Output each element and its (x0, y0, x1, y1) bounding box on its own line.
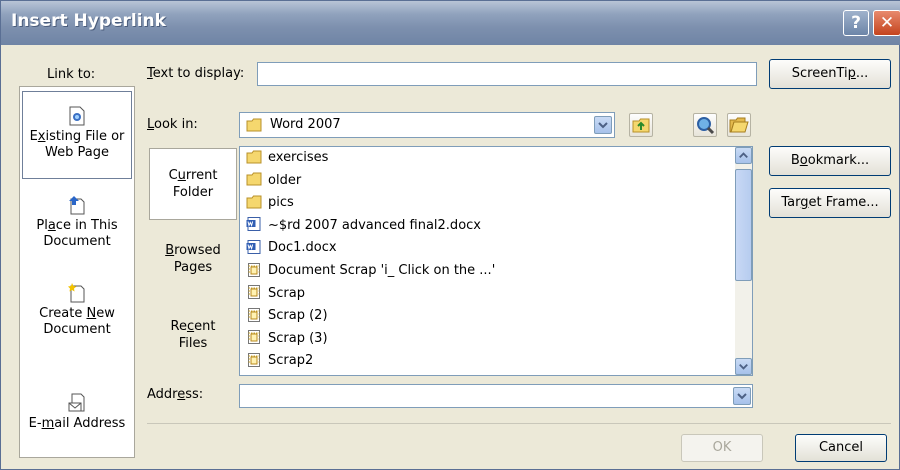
text-to-display-input[interactable] (257, 62, 757, 86)
close-button[interactable]: ✕ (873, 10, 900, 36)
link-to-label: Link to: (47, 67, 96, 82)
link-place-in-document[interactable]: Place in This Document (20, 195, 134, 250)
ok-button[interactable]: OK (681, 434, 763, 462)
scroll-up-button[interactable] (735, 147, 752, 164)
chevron-down-icon (739, 363, 748, 370)
folder-icon (246, 150, 262, 163)
web-search-icon (697, 117, 715, 135)
folder-icon (246, 172, 262, 186)
file-name: Scrap (3) (268, 330, 328, 346)
file-list-item[interactable]: Document Scrap 'i_ Click on the ...' (246, 261, 495, 281)
text-to-display-label: Text to display: (147, 66, 245, 81)
link-create-new-document-label: Create New Document (39, 306, 115, 337)
link-existing-file[interactable]: Existing File or Web Page (22, 91, 132, 179)
address-dropdown-button[interactable] (733, 387, 751, 405)
dialog-title: Insert Hyperlink (11, 11, 166, 31)
link-to-bar: Existing File or Web Page Place in This … (19, 86, 135, 458)
look-in-combo[interactable]: Word 2007 (239, 112, 615, 138)
file-list-item[interactable]: Scrap (2) (246, 306, 328, 326)
cancel-button[interactable]: Cancel (795, 434, 887, 462)
address-input[interactable] (239, 384, 753, 408)
file-name: Scrap2 (268, 353, 314, 369)
file-name: Scrap (2) (268, 308, 328, 324)
file-list-item[interactable]: exercises (246, 148, 328, 168)
browse-file-button[interactable] (727, 113, 751, 137)
link-email-address[interactable]: E-mail Address (20, 393, 134, 432)
file-list-item[interactable]: older (246, 171, 301, 191)
nav-current-folder[interactable]: Current Folder (149, 148, 237, 220)
insert-hyperlink-dialog: Insert Hyperlink ? ✕ Link to: Existing F… (0, 0, 900, 470)
nav-recent-files[interactable]: Recent Files (147, 318, 239, 352)
browse-web-button[interactable] (693, 113, 717, 137)
look-in-label: Look in: (147, 117, 198, 132)
nav-browsed-pages[interactable]: Browsed Pages (147, 242, 239, 276)
link-existing-file-label: Existing File or Web Page (29, 129, 125, 160)
file-list-scrollbar[interactable] (735, 147, 752, 375)
file-list-item[interactable]: Doc1.docx (246, 238, 337, 258)
target-frame-button[interactable]: Target Frame... (769, 188, 891, 218)
file-list[interactable]: exercises older pics ~$rd 2007 advanced fin… (239, 146, 753, 376)
chevron-down-icon (598, 122, 608, 129)
scrap-icon (248, 285, 260, 300)
scroll-down-button[interactable] (735, 358, 752, 375)
file-list-item[interactable]: Scrap2 (246, 351, 313, 371)
folder-icon (246, 118, 262, 132)
file-name: ~$rd 2007 advanced final2.docx (268, 217, 481, 233)
file-list-item[interactable]: Scrap (3) (246, 329, 328, 349)
browse-nav: Current Folder Browsed Pages Recent File… (147, 146, 239, 376)
scrap-icon (248, 262, 260, 277)
scroll-thumb[interactable] (735, 169, 752, 281)
existing-file-icon (69, 106, 85, 126)
email-address-icon (68, 393, 85, 412)
scrap-icon (248, 352, 260, 367)
scrap-icon (248, 330, 260, 345)
file-list-item[interactable]: pics (246, 193, 294, 213)
open-folder-icon (729, 117, 749, 133)
look-in-value: Word 2007 (270, 117, 341, 132)
up-folder-icon (632, 118, 650, 133)
file-name: Doc1.docx (268, 240, 337, 256)
help-button[interactable]: ? (843, 10, 869, 36)
file-list-item[interactable]: ~$rd 2007 advanced final2.docx (246, 216, 481, 236)
title-bar[interactable]: Insert Hyperlink ? ✕ (1, 1, 900, 45)
file-name: Document Scrap 'i_ Click on the ...' (268, 263, 496, 278)
link-create-new-document[interactable]: Create New Document (20, 283, 134, 338)
address-label: Address: (147, 387, 204, 402)
divider (147, 423, 891, 424)
file-name: exercises (268, 150, 329, 165)
screentip-button[interactable]: ScreenTip... (769, 59, 891, 89)
scrap-icon (248, 307, 260, 322)
file-list-item[interactable]: Scrap (246, 284, 305, 304)
link-email-address-label: E-mail Address (28, 416, 126, 431)
bookmark-button[interactable]: Bookmark... (769, 146, 891, 176)
chevron-up-icon (739, 152, 748, 159)
place-in-document-icon (69, 196, 85, 215)
file-name: pics (268, 195, 294, 211)
link-place-in-document-label: Place in This Document (36, 218, 118, 249)
create-new-document-icon (68, 283, 85, 303)
file-name: older (268, 172, 302, 188)
look-in-dropdown-button[interactable] (594, 116, 612, 134)
up-one-folder-button[interactable] (629, 113, 653, 137)
file-name: Scrap (268, 285, 305, 301)
word-doc-icon (246, 239, 261, 254)
word-doc-icon (246, 217, 261, 232)
chevron-down-icon (737, 393, 747, 400)
folder-icon (246, 195, 262, 209)
